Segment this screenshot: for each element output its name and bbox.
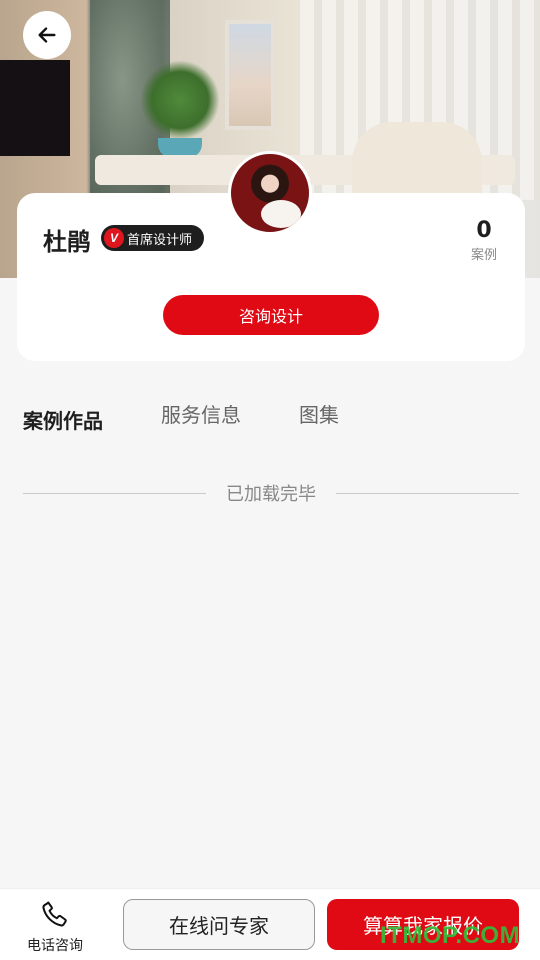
ask-expert-button[interactable]: 在线问专家: [123, 899, 315, 950]
avatar-flower: [261, 200, 301, 228]
phone-icon: [42, 901, 67, 927]
tab-service-info[interactable]: 服务信息: [161, 399, 241, 428]
status-badge: V 首席设计师: [101, 225, 205, 251]
designer-name: 杜鹃: [43, 228, 91, 256]
divider: [23, 492, 206, 494]
tab-cases[interactable]: 案例作品: [23, 405, 103, 434]
cover-tv: [0, 60, 70, 156]
phone-consult-button[interactable]: 电话咨询: [20, 899, 90, 955]
divider: [336, 492, 519, 494]
tab-gallery[interactable]: 图集: [299, 399, 339, 428]
cover-window: [225, 20, 275, 130]
cover-plant: [140, 60, 220, 140]
badge-label: 首席设计师: [127, 232, 193, 248]
case-count[interactable]: 0 案例: [460, 218, 508, 263]
avatar[interactable]: [228, 151, 312, 235]
consult-design-button[interactable]: 咨询设计: [163, 295, 379, 335]
phone-consult-label: 电话咨询: [27, 938, 83, 954]
watermark: ITMOP.COM: [380, 922, 521, 949]
back-button[interactable]: [23, 11, 71, 59]
list-end-indicator: 已加载完毕: [23, 480, 519, 506]
arrow-left-icon: [38, 27, 56, 43]
list-end-text: 已加载完毕: [226, 484, 316, 505]
case-count-value: 0: [476, 218, 492, 243]
vip-icon: V: [104, 228, 124, 248]
case-count-label: 案例: [470, 248, 497, 263]
